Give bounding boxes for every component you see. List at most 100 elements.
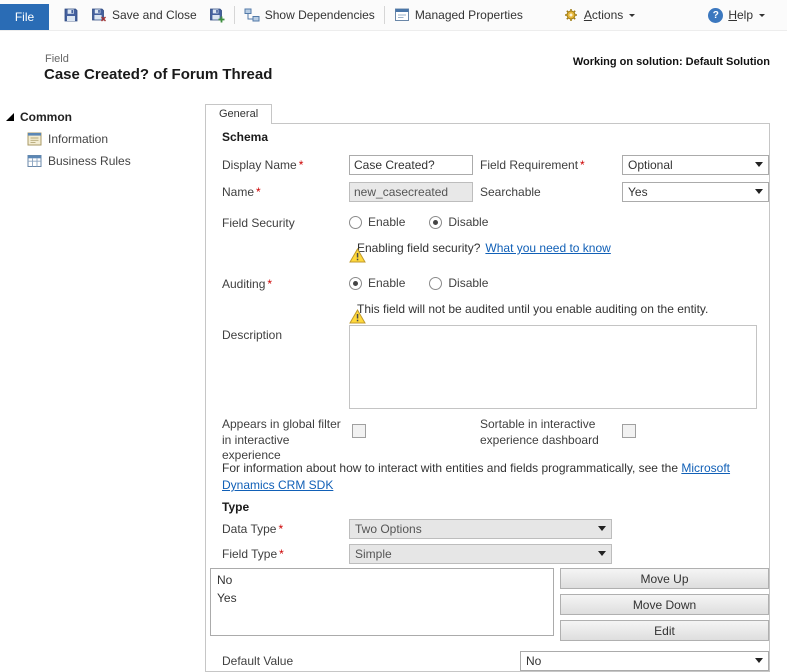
field-security-warning: Enabling field security? What you need t…: [349, 241, 611, 255]
show-dependencies-label: Show Dependencies: [265, 8, 375, 22]
toolbar-separator: [384, 6, 385, 24]
navigation-tree: Common Information Business Rules: [6, 110, 198, 168]
save-and-close-label: Save and Close: [112, 8, 197, 22]
required-marker: *: [279, 547, 284, 561]
auditing-label: Auditing*: [222, 277, 272, 291]
name-label: Name*: [222, 185, 261, 199]
options-listbox[interactable]: No Yes: [210, 568, 554, 636]
enable-radio-label: Enable: [368, 215, 405, 229]
auditing-warning-text: This field will not be audited until you…: [357, 302, 708, 316]
display-name-label: Display Name*: [222, 158, 303, 172]
chevron-down-icon: [759, 14, 765, 20]
dropdown-caret-icon: [598, 526, 606, 531]
name-input: [349, 182, 473, 202]
default-value-label: Default Value: [222, 654, 293, 668]
help-label: Help: [728, 8, 753, 22]
required-marker: *: [299, 158, 304, 172]
field-type-label: Field Type*: [222, 547, 284, 561]
toolbar-separator: [234, 6, 235, 24]
searchable-label: Searchable: [480, 185, 541, 199]
display-name-input[interactable]: [349, 155, 473, 175]
dropdown-caret-icon: [755, 189, 763, 194]
save-button[interactable]: [57, 0, 85, 30]
field-security-radio-group: Enable Disable: [349, 215, 488, 229]
save-and-new-icon: [209, 7, 225, 23]
managed-properties-icon: [394, 7, 410, 23]
save-and-close-button[interactable]: Save and Close: [85, 0, 203, 30]
edit-button[interactable]: Edit: [560, 620, 769, 641]
default-value-select[interactable]: No: [520, 651, 769, 671]
show-dependencies-button[interactable]: Show Dependencies: [238, 0, 381, 30]
searchable-value: Yes: [628, 185, 648, 199]
information-icon: [27, 132, 42, 146]
required-marker: *: [267, 277, 272, 291]
field-security-help-link[interactable]: What you need to know: [485, 241, 610, 255]
sortable-label: Sortable in interactive experience dashb…: [480, 417, 618, 448]
page-title: Case Created? of Forum Thread: [44, 66, 272, 83]
sortable-checkbox[interactable]: [622, 424, 636, 438]
sidebar-item-information[interactable]: Information: [27, 132, 198, 146]
tab-general[interactable]: General: [205, 104, 272, 124]
field-security-enable-radio[interactable]: [349, 216, 362, 229]
required-marker: *: [256, 185, 261, 199]
default-value-value: No: [526, 654, 541, 668]
sdk-note: For information about how to interact wi…: [222, 460, 762, 495]
command-toolbar: File Save and Close: [0, 0, 787, 31]
chevron-down-icon: [629, 14, 635, 20]
data-type-value: Two Options: [355, 522, 422, 536]
working-on-solution-label: Working on solution: Default Solution: [573, 56, 770, 68]
business-rules-icon: [27, 154, 42, 168]
move-down-button[interactable]: Move Down: [560, 594, 769, 615]
auditing-radio-group: Enable Disable: [349, 276, 488, 290]
move-up-button[interactable]: Move Up: [560, 568, 769, 589]
required-marker: *: [580, 158, 585, 172]
actions-label: Actions: [584, 8, 623, 22]
tree-group-common[interactable]: Common: [6, 110, 198, 124]
record-type-label: Field: [45, 53, 69, 65]
general-tab-panel: Schema Display Name* Field Requirement* …: [205, 123, 770, 672]
auditing-warning: This field will not be audited until you…: [349, 302, 708, 316]
schema-section-heading: Schema: [222, 130, 268, 144]
field-security-warning-text: Enabling field security?: [357, 241, 480, 255]
tree-expander-icon: [6, 113, 14, 121]
field-type-value: Simple: [355, 547, 392, 561]
field-requirement-select[interactable]: Optional: [622, 155, 769, 175]
list-item[interactable]: No: [211, 571, 553, 589]
type-section-heading: Type: [222, 500, 249, 514]
data-type-label: Data Type*: [222, 522, 283, 536]
auditing-enable-radio[interactable]: [349, 277, 362, 290]
global-filter-checkbox[interactable]: [352, 424, 366, 438]
help-icon: [708, 8, 723, 23]
field-security-label: Field Security: [222, 216, 295, 230]
data-type-select: Two Options: [349, 519, 612, 539]
enable-radio-label: Enable: [368, 276, 405, 290]
actions-menu-button[interactable]: Actions: [557, 0, 641, 30]
file-button[interactable]: File: [0, 4, 49, 30]
sidebar-item-business-rules[interactable]: Business Rules: [27, 154, 198, 168]
disable-radio-label: Disable: [448, 215, 488, 229]
field-requirement-value: Optional: [628, 158, 673, 172]
managed-properties-label: Managed Properties: [415, 8, 523, 22]
help-menu-button[interactable]: Help: [702, 0, 771, 30]
save-icon: [63, 7, 79, 23]
save-and-close-icon: [91, 7, 107, 23]
file-button-label: File: [15, 10, 34, 24]
list-item[interactable]: Yes: [211, 589, 553, 607]
dropdown-caret-icon: [755, 658, 763, 663]
sidebar-item-label: Business Rules: [48, 154, 131, 168]
description-label: Description: [222, 328, 282, 342]
field-security-disable-radio[interactable]: [429, 216, 442, 229]
searchable-select[interactable]: Yes: [622, 182, 769, 202]
field-requirement-label: Field Requirement*: [480, 158, 585, 172]
tree-group-label: Common: [20, 110, 72, 124]
managed-properties-button[interactable]: Managed Properties: [388, 0, 529, 30]
required-marker: *: [278, 522, 283, 536]
disable-radio-label: Disable: [448, 276, 488, 290]
description-textarea[interactable]: [349, 325, 757, 409]
field-type-select: Simple: [349, 544, 612, 564]
actions-gear-icon: [563, 7, 579, 23]
global-filter-label: Appears in global filter in interactive …: [222, 417, 348, 464]
save-and-new-button[interactable]: [203, 0, 231, 30]
sdk-note-text: For information about how to interact wi…: [222, 461, 678, 475]
auditing-disable-radio[interactable]: [429, 277, 442, 290]
